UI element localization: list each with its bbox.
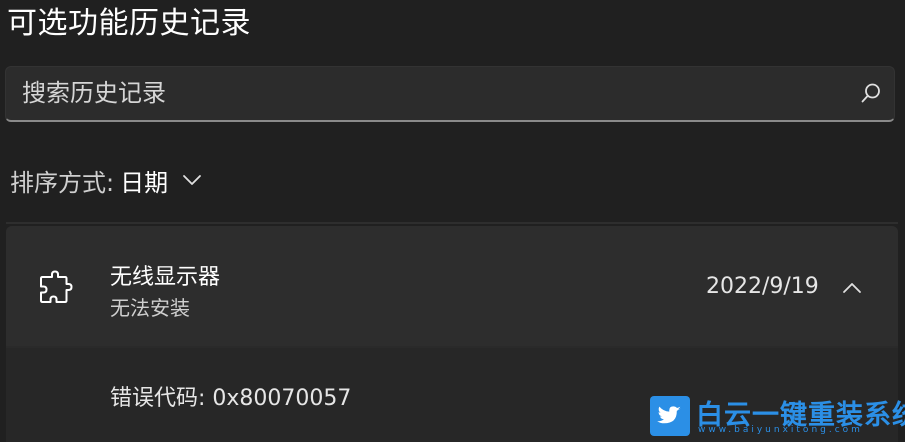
- chevron-up-icon[interactable]: [840, 276, 864, 298]
- sort-value[interactable]: 日期: [120, 163, 168, 198]
- sort-label: 排序方式:: [10, 168, 115, 197]
- search-input[interactable]: [22, 67, 842, 119]
- history-item-status: 无法安装: [110, 296, 190, 320]
- search-box[interactable]: [5, 66, 895, 122]
- history-item-name: 无线显示器: [110, 265, 221, 290]
- history-item: 无线显示器 无法安装 2022/9/19 错误代码: 0x80070057: [6, 226, 898, 442]
- history-item-header[interactable]: 无线显示器 无法安装 2022/9/19: [6, 226, 898, 346]
- error-code: 错误代码: 0x80070057: [110, 386, 352, 411]
- history-item-detail: 错误代码: 0x80070057: [6, 348, 898, 442]
- history-item-date: 2022/9/19: [706, 274, 819, 299]
- sort-dropdown[interactable]: 排序方式: 日期: [10, 160, 204, 200]
- page-title: 可选功能历史记录: [7, 6, 251, 41]
- divider: [6, 222, 898, 224]
- puzzle-piece-icon: [40, 270, 73, 303]
- chevron-down-icon[interactable]: [180, 168, 204, 192]
- search-icon[interactable]: [860, 82, 882, 104]
